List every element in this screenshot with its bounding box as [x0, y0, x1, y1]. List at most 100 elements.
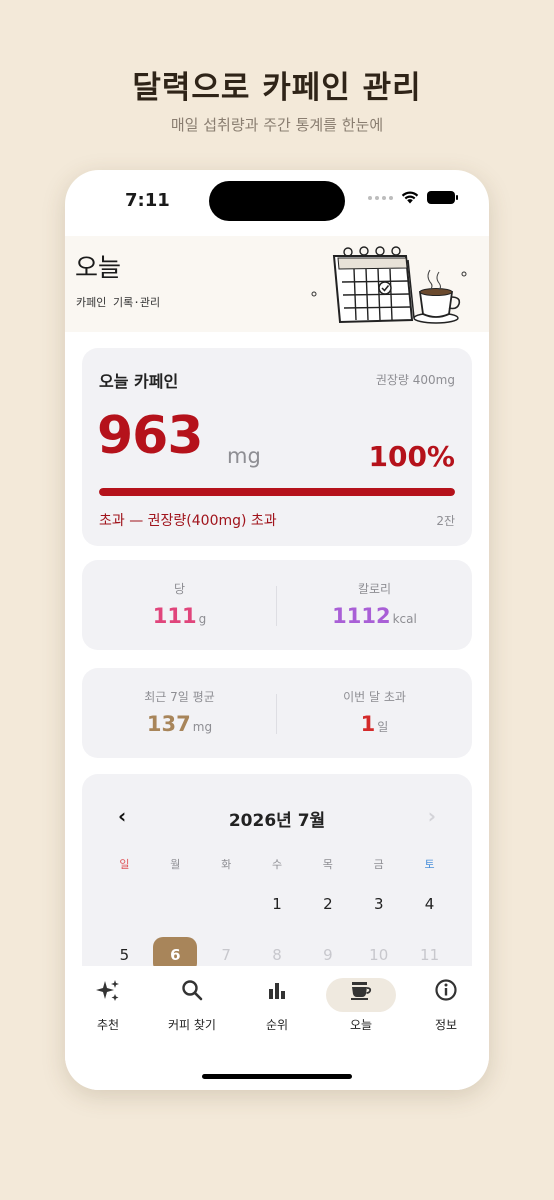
weekday-label: 수	[271, 858, 283, 871]
status-bar: 7:11	[65, 170, 489, 230]
calendar-day: 8	[252, 937, 303, 966]
search-icon	[152, 978, 232, 1010]
status-time: 7:11	[125, 190, 170, 211]
calories-value: 1112	[332, 604, 391, 628]
calendar-week-row: 5 6 7 8 9 10 11	[99, 937, 455, 966]
sugar-value: 111	[152, 604, 197, 628]
sugar-stat: 당 111 g	[82, 560, 277, 650]
phone-screen: 7:11 오늘 카페인 기록·관리 오늘 카페인 권장량 400mg 963 m…	[65, 170, 489, 1090]
cellular-signal-icon	[368, 195, 393, 200]
calendar-day-number: 11	[420, 946, 440, 964]
tab-find-coffee[interactable]: 커피 찾기	[152, 978, 232, 1033]
tab-recommend[interactable]: 추천	[68, 978, 148, 1033]
tab-today[interactable]: 오늘	[321, 978, 401, 1033]
calendar-day[interactable]: 3	[353, 886, 404, 937]
weekly-average-value: 137	[146, 712, 191, 736]
tab-info[interactable]: 정보	[406, 978, 486, 1033]
banner-subtitle: 카페인 기록·관리	[76, 296, 161, 309]
calendar-day: 9	[302, 937, 353, 966]
month-exceed-value: 1	[360, 712, 376, 736]
weekly-average-label: 최근 7일 평균	[144, 690, 215, 704]
calories-label: 칼로리	[357, 582, 392, 596]
calendar-empty-cell	[201, 886, 252, 937]
weekday-label: 화	[221, 858, 232, 871]
tab-ranking-label: 순위	[265, 1018, 289, 1032]
calendar-empty	[153, 886, 197, 922]
cup-count: 2잔	[436, 514, 455, 528]
calendar-empty	[204, 886, 248, 922]
today-caffeine-card: 오늘 카페인 권장량 400mg 963 mg 100% 초과 — 권장량(40…	[82, 348, 472, 546]
recommended-amount: 권장량 400mg	[375, 373, 455, 387]
calendar-day[interactable]: 1	[252, 886, 303, 937]
calendar-day-number: 3	[373, 895, 384, 913]
tab-today-label: 오늘	[349, 1018, 373, 1032]
calendar-month-title: 2026년 7월	[228, 811, 326, 831]
calendar-day-number: 10	[369, 946, 389, 964]
nutrition-card: 당 111 g 칼로리 1112 kcal	[82, 560, 472, 650]
weekday-label: 금	[373, 858, 384, 871]
weekday-label: 토	[424, 858, 435, 871]
calendar-card: ‹ 2026년 7월 › 일월화수목금토 1 2 3 4 5 6 7 8 9 10 11	[82, 774, 472, 966]
wifi-icon	[401, 191, 419, 204]
home-indicator[interactable]	[202, 1074, 352, 1079]
dynamic-island	[209, 181, 345, 221]
calories-stat: 칼로리 1112 kcal	[277, 560, 472, 650]
weekly-average-stat: 최근 7일 평균 137 mg	[82, 668, 277, 758]
weekday-label: 목	[322, 858, 333, 871]
calendar-day: 7	[201, 937, 252, 966]
tab-info-label: 정보	[434, 1018, 458, 1032]
sugar-unit: g	[198, 612, 207, 626]
weekly-average-unit: mg	[192, 720, 213, 734]
banner-title: 오늘	[75, 253, 122, 282]
summary-card: 최근 7일 평균 137 mg 이번 달 초과 1일	[82, 668, 472, 758]
tab-bar: 추천 커피 찾기 순위 오늘 정보	[65, 966, 489, 1090]
hero-title: 달력으로 카페인 관리	[132, 70, 422, 106]
calendar-coffee-illustration	[311, 246, 467, 324]
month-exceed-label: 이번 달 초과	[343, 690, 406, 704]
calendar-day[interactable]: 5	[99, 937, 150, 966]
calendar-empty	[102, 886, 146, 922]
calendar-day[interactable]: 4	[404, 886, 455, 937]
weekday-header: 일월화수목금토	[99, 856, 455, 872]
weekday-label: 월	[170, 858, 181, 871]
tab-ranking[interactable]: 순위	[237, 978, 317, 1033]
calendar-day-number: 5	[119, 946, 130, 964]
month-exceed-stat: 이번 달 초과 1일	[277, 668, 472, 758]
calendar-empty-cell	[150, 886, 201, 937]
today-banner: 오늘 카페인 기록·관리	[65, 236, 489, 332]
today-scroll-content[interactable]: 오늘 카페인 권장량 400mg 963 mg 100% 초과 — 권장량(40…	[65, 332, 489, 966]
calendar-day-number: 9	[323, 946, 333, 964]
calories-unit: kcal	[392, 612, 417, 626]
calendar-day: 10	[353, 937, 404, 966]
exceed-warning: 초과 — 권장량(400mg) 초과	[99, 513, 277, 529]
calendar-day-number: 2	[323, 895, 333, 913]
calendar-grid: 1 2 3 4 5 6 7 8 9 10 11	[99, 886, 455, 966]
calendar-day-number: 7	[221, 946, 231, 964]
calendar-week-row: 1 2 3 4	[99, 886, 455, 937]
calendar-day-number: 6	[153, 937, 198, 966]
sugar-label: 당	[173, 582, 186, 596]
today-caffeine-title: 오늘 카페인	[99, 372, 179, 391]
caffeine-total-value: 963	[97, 406, 204, 466]
calendar-empty-cell	[99, 886, 150, 937]
status-icons	[368, 191, 458, 204]
calendar-day-number: 8	[272, 946, 282, 964]
hero-subtitle: 매일 섭취량과 주간 통계를 한눈에	[170, 116, 384, 134]
calendar-day-selected[interactable]: 6	[150, 937, 201, 966]
caffeine-total-unit: mg	[227, 444, 261, 468]
caffeine-percent: 100%	[368, 440, 455, 473]
bar-chart-icon	[237, 978, 317, 1010]
caffeine-progress-bar	[99, 488, 455, 496]
caffeine-progress-fill	[99, 488, 455, 496]
tab-recommend-label: 추천	[96, 1018, 120, 1032]
month-exceed-unit: 일	[377, 720, 389, 734]
calendar-day-number: 4	[424, 895, 435, 913]
weekday-label: 일	[119, 858, 130, 871]
battery-icon	[427, 191, 458, 204]
sparkles-icon	[68, 978, 148, 1010]
calendar-day-number: 1	[272, 895, 282, 913]
tab-find-coffee-label: 커피 찾기	[168, 1018, 216, 1032]
calendar-day[interactable]: 2	[302, 886, 353, 937]
chevron-right-icon[interactable]: ›	[428, 804, 436, 828]
info-icon	[406, 978, 486, 1010]
